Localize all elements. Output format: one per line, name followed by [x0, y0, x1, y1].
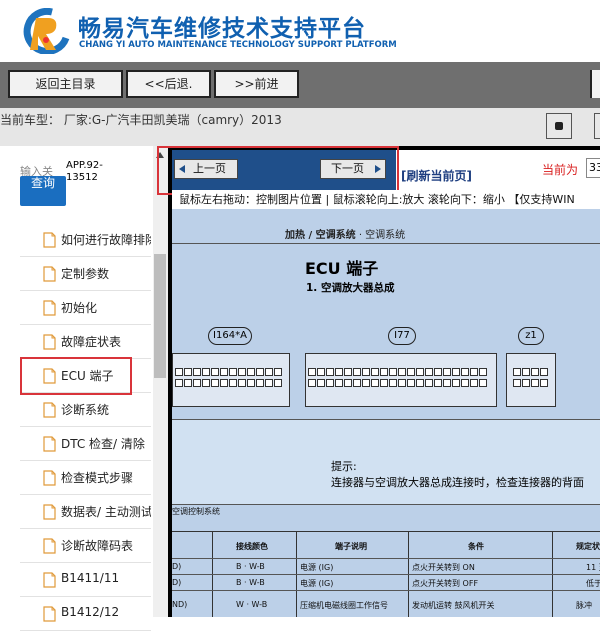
- document-icon: [43, 538, 56, 554]
- control-row: 空调控制系统: [172, 503, 600, 517]
- table-cell: W · W-B: [236, 600, 268, 609]
- table-cell: 点火开关转到 ON: [412, 563, 475, 572]
- table-cell: ND): [172, 600, 188, 609]
- table-header: 接线颜色: [236, 542, 268, 551]
- side-button[interactable]: [594, 113, 600, 139]
- sidebar-item-label: 定制参数: [61, 267, 110, 281]
- sidebar-item[interactable]: 数据表/ 主动测试: [20, 495, 151, 529]
- document-icon: [43, 436, 56, 452]
- divider: [172, 243, 600, 244]
- vehicle-info-bar: 当前车型： 厂家:G-广汽丰田凯美瑞（camry）2013: [0, 108, 600, 146]
- table-header: 条件: [468, 542, 484, 551]
- part-code: APP.92-13512: [66, 160, 103, 183]
- scrollbar-thumb[interactable]: [154, 254, 166, 378]
- document-icon: [43, 504, 56, 520]
- page-subtitle: 1. 空调放大器总成: [306, 282, 395, 294]
- tip-text: 连接器与空调放大器总成连接时，检查连接器的背面: [331, 476, 584, 489]
- connector-label: I77: [388, 327, 416, 345]
- connector-label: z1: [518, 327, 544, 345]
- row-line: [172, 590, 600, 591]
- query-button-label: 查询: [31, 176, 56, 190]
- sidebar-item-label: 诊断系统: [61, 403, 110, 417]
- connector-i77: [305, 353, 497, 407]
- sidebar-item[interactable]: DTC 检查/ 清除: [20, 427, 151, 461]
- sidebar-item-label: B1411/11: [61, 571, 120, 585]
- back-button[interactable]: <<后退.: [126, 70, 211, 98]
- document-icon: [43, 334, 56, 350]
- nav-bar: 返回主目录 <<后退. >>前进: [0, 62, 600, 108]
- cy-logo-icon: [23, 8, 70, 54]
- sidebar-item[interactable]: 检查模式步骤: [20, 461, 151, 495]
- sidebar-scrollbar[interactable]: [153, 146, 168, 617]
- table-cell: B · W-B: [236, 578, 265, 587]
- document-icon: [43, 266, 56, 282]
- document-icon: [43, 470, 56, 486]
- brand-title: 畅易汽车维修技术支持平台: [78, 16, 366, 42]
- connector-label: I164*A: [208, 327, 252, 345]
- sidebar-item[interactable]: 初始化: [20, 291, 151, 325]
- page-title: ECU 端子: [305, 259, 379, 278]
- sidebar-item-label: 数据表/ 主动测试: [61, 505, 151, 519]
- table-cell: 脉冲: [576, 601, 592, 610]
- sidebar-item[interactable]: 诊断系统: [20, 393, 151, 427]
- zoom-hint: 鼠标左右拖动：控制图片位置 | 鼠标滚轮向上:放大 滚轮向下：缩小 【仅支持WI…: [172, 190, 600, 209]
- document-icon: [43, 402, 56, 418]
- table-cell: 电源 (IG): [300, 563, 334, 572]
- sidebar-item[interactable]: 诊断故障码表: [20, 529, 151, 563]
- sidebar-item-label: 如何进行故障排除: [61, 233, 151, 247]
- table-header: 规定状: [576, 542, 600, 551]
- current-vehicle: 当前车型： 厂家:G-广汽丰田凯美瑞（camry）2013: [0, 113, 282, 127]
- document-icon: [43, 232, 56, 248]
- table-cell: 压缩机电磁线圈工作信号: [300, 601, 388, 610]
- document-icon: [43, 572, 56, 588]
- terminal-table: 接线颜色 端子说明 条件 规定状 D) B · W-B 电源 (IG) 点火开关…: [172, 531, 600, 617]
- section-header: 加热 / 空调系统 · 空调系统: [285, 226, 405, 241]
- query-button[interactable]: 查询: [20, 176, 66, 206]
- table-cell: D): [172, 578, 182, 587]
- highlight-pager: [157, 146, 399, 195]
- home-button[interactable]: 返回主目录: [8, 70, 123, 98]
- section-title: 加热 / 空调系统: [285, 230, 356, 241]
- sidebar-item-label: DTC 检查/ 清除: [61, 437, 145, 451]
- table-cell: 点火开关转到 OFF: [412, 579, 479, 588]
- table-cell: 低于: [586, 579, 600, 588]
- control-row-label: 空调控制系统: [172, 507, 220, 516]
- sidebar-item[interactable]: 定制参数: [20, 257, 151, 291]
- forward-button[interactable]: >>前进: [214, 70, 299, 98]
- document-icon: [43, 606, 56, 622]
- square-dot-icon: [555, 122, 563, 130]
- row-line: [172, 558, 600, 559]
- sidebar-item-label: 故障症状表: [61, 335, 122, 349]
- table-header: 端子说明: [335, 542, 367, 551]
- sidebar-item[interactable]: 故障症状表: [20, 325, 151, 359]
- nav-right-edge: [590, 70, 600, 98]
- section-sub: · 空调系统: [358, 230, 406, 241]
- tip-box: 提示: 连接器与空调放大器总成连接时，检查连接器的背面: [172, 419, 600, 505]
- manual-page[interactable]: 加热 / 空调系统 · 空调系统 ECU 端子 1. 空调放大器总成 I164*…: [172, 209, 600, 617]
- connector-i164: [172, 353, 290, 407]
- sidebar-item-label: 诊断故障码表: [61, 539, 134, 553]
- brand-subtitle: CHANG YI AUTO MAINTENANCE TECHNOLOGY SUP…: [79, 40, 397, 50]
- table-cell: 发动机运转 鼓风机开关: [412, 601, 495, 610]
- sidebar-item-label: 检查模式步骤: [61, 471, 134, 485]
- row-line: [172, 574, 600, 575]
- table-cell: 电源 (IG): [300, 579, 334, 588]
- table-cell: B · W-B: [236, 562, 265, 571]
- tip-title: 提示:: [331, 460, 357, 473]
- document-icon: [43, 300, 56, 316]
- current-page-input[interactable]: 33: [586, 158, 600, 178]
- table-cell: 11 至: [586, 563, 600, 572]
- sidebar-item-label: 初始化: [61, 301, 98, 315]
- connector-z1: [506, 353, 556, 407]
- refresh-page-link[interactable]: [刷新当前页]: [401, 167, 472, 184]
- sidebar-item[interactable]: B1411/11: [20, 563, 151, 597]
- highlight-ecu-item: [20, 357, 132, 395]
- sidebar-item[interactable]: 如何进行故障排除: [20, 223, 151, 257]
- table-cell: D): [172, 562, 182, 571]
- toggle-view-button[interactable]: [546, 113, 572, 139]
- current-page-label: 当前为: [542, 163, 579, 177]
- header: 畅易汽车维修技术支持平台 CHANG YI AUTO MAINTENANCE T…: [0, 0, 600, 62]
- sidebar-item[interactable]: B1412/12: [20, 597, 151, 631]
